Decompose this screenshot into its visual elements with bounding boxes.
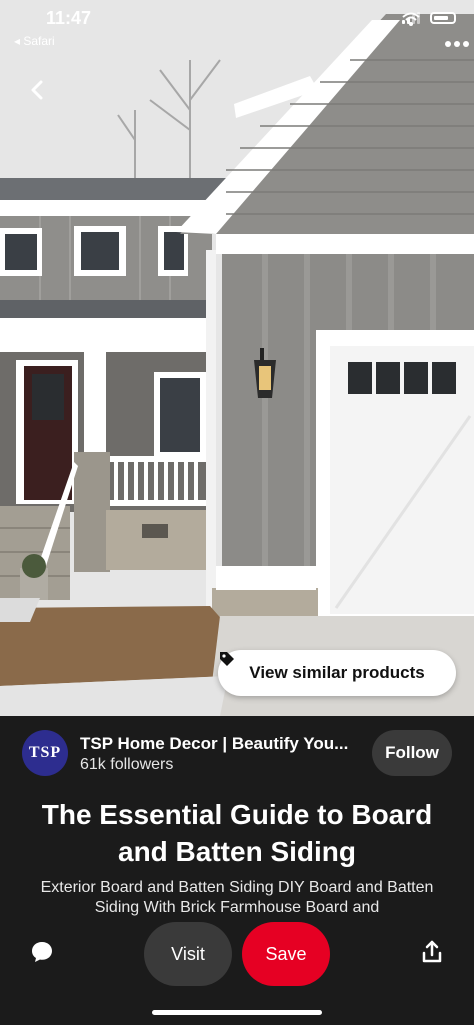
back-button[interactable] <box>24 76 52 104</box>
comment-button[interactable] <box>30 940 54 964</box>
avatar[interactable]: TSP <box>22 730 68 776</box>
pin-description: Exterior Board and Batten Siding DIY Boa… <box>40 879 434 916</box>
back-to-app-link[interactable]: ◂ Safari <box>14 34 55 48</box>
pin-title: The Essential Guide to Board and Batten … <box>41 799 433 867</box>
view-similar-label: View similar products <box>249 663 425 682</box>
home-indicator[interactable] <box>152 1010 322 1015</box>
save-button[interactable]: Save <box>242 922 330 986</box>
more-horizontal-icon <box>445 41 469 47</box>
chevron-left-icon <box>31 80 43 100</box>
follower-count: 61k followers <box>80 756 174 773</box>
visit-button[interactable]: Visit <box>144 922 232 986</box>
share-button[interactable] <box>420 940 444 964</box>
house-photo <box>0 0 474 716</box>
follow-button[interactable]: Follow <box>372 730 452 776</box>
pin-image[interactable]: 11:47 ◂ Safari View similar products <box>0 0 474 716</box>
comment-icon <box>32 942 52 962</box>
creator-row: TSP TSP Home Decor | Beautify You... 61k… <box>0 730 474 780</box>
view-similar-products-button[interactable]: View similar products <box>218 650 456 696</box>
creator-name[interactable]: TSP Home Decor | Beautify You... <box>80 734 364 754</box>
share-icon <box>422 940 442 963</box>
wifi-icon <box>402 12 420 26</box>
status-time: 11:47 <box>46 8 92 28</box>
tag-icon <box>220 652 234 666</box>
battery-icon <box>430 12 456 24</box>
action-bar: Visit Save <box>0 920 474 1025</box>
status-icons <box>402 12 456 26</box>
